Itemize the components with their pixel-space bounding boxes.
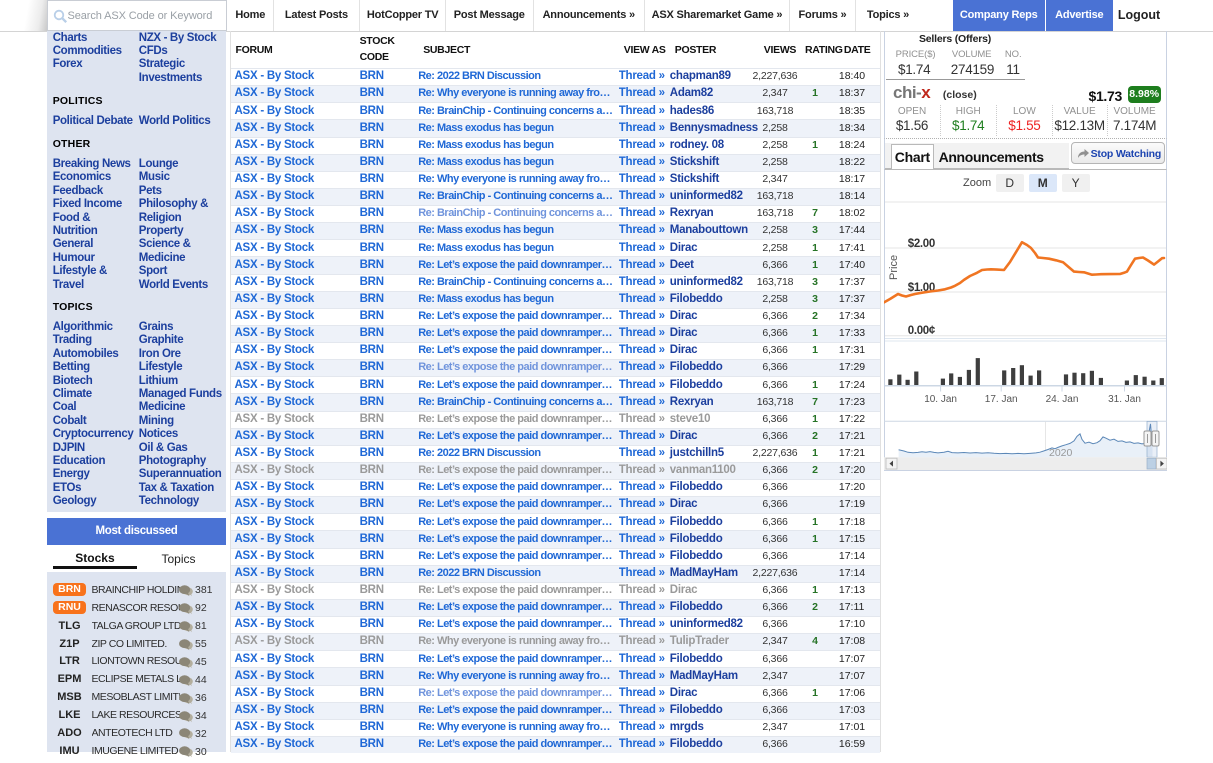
svg-text:24. Jan: 24. Jan <box>1046 394 1079 405</box>
svg-text:Price: Price <box>888 255 900 280</box>
svg-text:31. Jan: 31. Jan <box>1108 394 1141 405</box>
svg-text:$2.00: $2.00 <box>908 238 935 250</box>
svg-text:0.00¢: 0.00¢ <box>908 325 936 337</box>
svg-text:10. Jan: 10. Jan <box>924 394 957 405</box>
svg-text:17. Jan: 17. Jan <box>985 394 1018 405</box>
